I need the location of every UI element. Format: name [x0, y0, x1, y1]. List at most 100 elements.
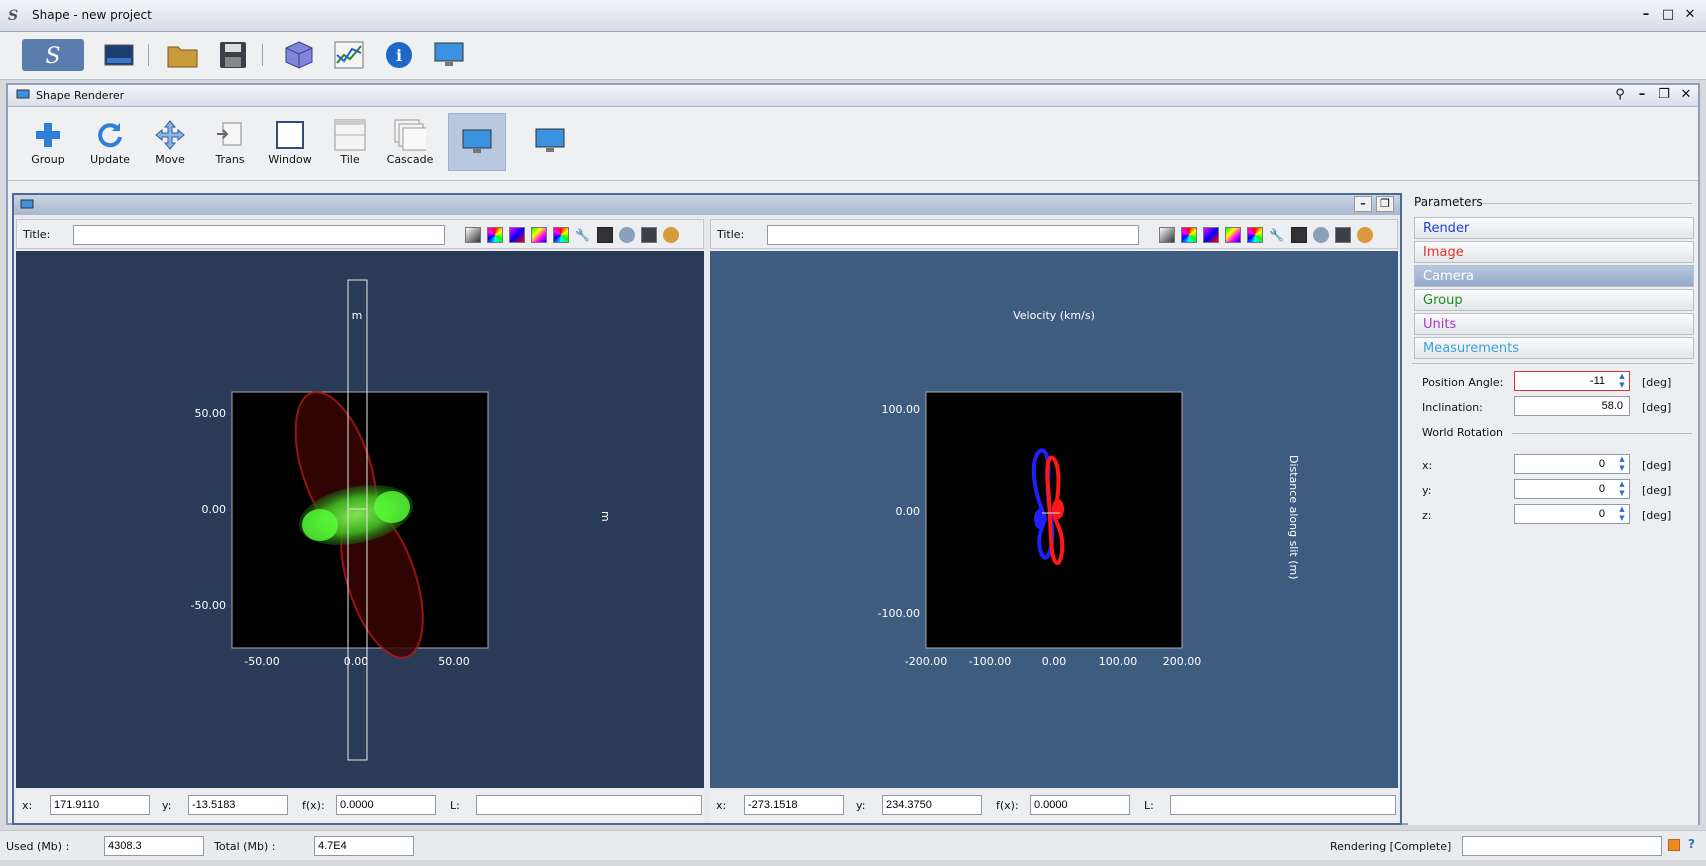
position-angle-field[interactable] [1514, 371, 1630, 391]
display-button[interactable] [430, 36, 468, 74]
tab-units[interactable]: Units [1414, 313, 1694, 335]
right-canvas[interactable]: Velocity (km/s) Distance along slit (m) … [710, 251, 1398, 788]
magenta-colormap-icon[interactable] [1203, 227, 1219, 243]
close-button[interactable]: ✕ [1680, 6, 1700, 24]
tab-render[interactable]: Render [1414, 217, 1694, 239]
graph-icon [334, 41, 364, 69]
spectrum-colormap-icon[interactable] [1225, 227, 1241, 243]
position-angle-spinner[interactable]: ▲ ▼ [1616, 372, 1628, 390]
y-tick-label: 100.00 [882, 403, 921, 416]
model-button[interactable] [280, 36, 318, 74]
trans-button[interactable]: Trans [202, 115, 258, 175]
left-canvas[interactable]: m m -50.00 0.00 50.00 50.00 0.00 -50.00 [16, 251, 704, 788]
parameters-panel: Parameters Render Image Camera Group Uni… [1408, 193, 1698, 825]
right-l-field[interactable] [1170, 795, 1396, 815]
save-image-icon[interactable] [641, 227, 657, 243]
inclination-field[interactable] [1514, 396, 1630, 416]
x-tick-label: -50.00 [244, 655, 279, 668]
y-tick-label: 50.00 [195, 407, 227, 420]
rainbow-colormap-icon[interactable] [487, 227, 503, 243]
svg-text:i: i [396, 46, 402, 65]
hue-colormap-icon[interactable] [1247, 227, 1263, 243]
viewer-minimize-button[interactable]: – [1354, 196, 1372, 212]
picture-icon[interactable] [597, 227, 613, 243]
save-button[interactable] [214, 36, 252, 74]
minimize-button[interactable]: – [1636, 6, 1656, 24]
viewer-restore-button[interactable]: ❐ [1376, 196, 1394, 212]
display-right-button[interactable] [522, 115, 578, 175]
cascade-button[interactable]: Cascade [382, 115, 438, 175]
used-memory-label: Used (Mb) : [6, 840, 70, 853]
update-button[interactable]: Update [82, 115, 138, 175]
renderer-close-button[interactable]: ✕ [1676, 86, 1696, 104]
maximize-button[interactable]: □ [1658, 6, 1678, 24]
group-button[interactable]: Group [20, 115, 76, 175]
renderer-minimize-button[interactable]: – [1632, 86, 1652, 104]
pin-button[interactable]: ⚲ [1610, 86, 1630, 104]
folder-icon [167, 46, 198, 68]
grayscale-colormap-icon[interactable] [1159, 227, 1175, 243]
left-fx-field[interactable] [336, 795, 436, 815]
tab-camera[interactable]: Camera [1414, 265, 1694, 287]
rotation-y-spinner[interactable]: ▲ ▼ [1616, 480, 1628, 498]
save-icon [220, 42, 246, 68]
wrench-icon[interactable]: 🔧 [575, 227, 591, 243]
renderer-title: Shape Renderer [36, 89, 125, 102]
tab-measurements[interactable]: Measurements [1414, 337, 1694, 359]
open-button[interactable] [164, 36, 202, 74]
move-button[interactable]: Move [142, 115, 198, 175]
eye-icon[interactable] [1313, 227, 1329, 243]
hue-colormap-icon[interactable] [553, 227, 569, 243]
window-button[interactable]: Window [262, 115, 318, 175]
rotation-z-field[interactable] [1514, 504, 1630, 524]
info-button[interactable]: i [380, 36, 418, 74]
rotation-z-spinner[interactable]: ▲ ▼ [1616, 505, 1628, 523]
display-left-button[interactable] [448, 113, 506, 171]
right-y-field[interactable] [882, 795, 982, 815]
rendering-status: Rendering [Complete] [1330, 840, 1452, 853]
rainbow-colormap-icon[interactable] [1181, 227, 1197, 243]
picture-icon[interactable] [1291, 227, 1307, 243]
move-icon [155, 120, 185, 150]
tile-icon [334, 119, 366, 151]
left-l-field[interactable] [476, 795, 702, 815]
window-icon [276, 121, 304, 149]
tab-image[interactable]: Image [1414, 241, 1694, 263]
rotation-y-field[interactable] [1514, 479, 1630, 499]
right-panel-toolbar: Title: 🔧 [710, 219, 1398, 249]
monitor-icon [462, 129, 492, 153]
tile-button[interactable]: Tile [322, 115, 378, 175]
x-tick-label: 50.00 [438, 655, 470, 668]
right-fx-field[interactable] [1030, 795, 1130, 815]
shape-logo-button[interactable]: S [20, 36, 86, 74]
palette-icon[interactable] [1357, 227, 1373, 243]
right-title-input[interactable] [767, 225, 1139, 245]
graph-button[interactable] [330, 36, 368, 74]
left-x-field[interactable] [50, 795, 150, 815]
model-view-plot[interactable]: m m -50.00 0.00 50.00 50.00 0.00 -50.00 [16, 251, 704, 788]
left-y-field[interactable] [188, 795, 288, 815]
stop-icon[interactable] [1668, 839, 1680, 851]
spectrum-colormap-icon[interactable] [531, 227, 547, 243]
right-readout-bar: x: y: f(x): L: [710, 790, 1398, 820]
velocity-label: Velocity (km/s) [1013, 309, 1095, 322]
image-button[interactable] [100, 36, 138, 74]
world-rotation-header: World Rotation [1422, 426, 1504, 439]
palette-icon[interactable] [663, 227, 679, 243]
left-title-input[interactable] [73, 225, 445, 245]
right-x-field[interactable] [744, 795, 844, 815]
rotation-x-field[interactable] [1514, 454, 1630, 474]
x-tick-label: 200.00 [1163, 655, 1202, 668]
eye-icon[interactable] [619, 227, 635, 243]
save-image-icon[interactable] [1335, 227, 1351, 243]
renderer-restore-button[interactable]: ❐ [1654, 86, 1674, 104]
tab-group[interactable]: Group [1414, 289, 1694, 311]
pv-diagram-plot[interactable]: Velocity (km/s) Distance along slit (m) … [710, 251, 1398, 788]
magenta-colormap-icon[interactable] [509, 227, 525, 243]
rendering-progress-bar [1462, 836, 1662, 856]
grayscale-colormap-icon[interactable] [465, 227, 481, 243]
wrench-icon[interactable]: 🔧 [1269, 227, 1285, 243]
renderer-toolbar: Group Update Move Trans Window Tile Casc… [8, 107, 1698, 181]
help-icon[interactable]: ? [1688, 837, 1695, 851]
rotation-x-spinner[interactable]: ▲ ▼ [1616, 455, 1628, 473]
